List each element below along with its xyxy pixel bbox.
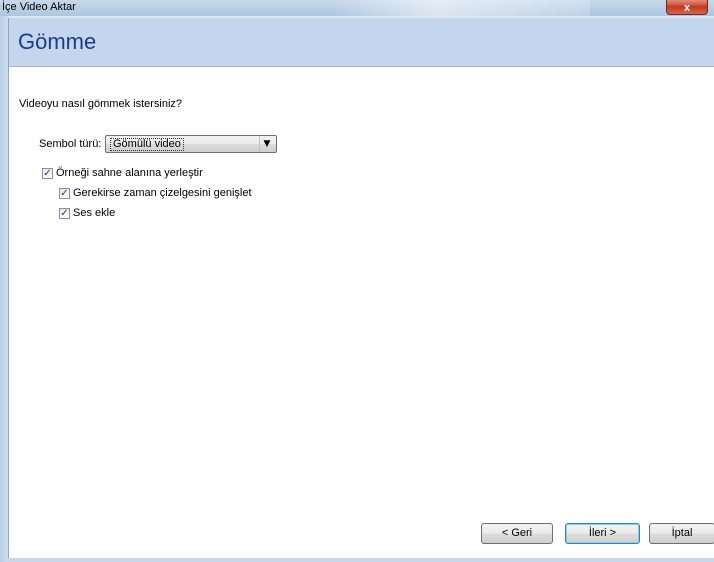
symbol-type-select[interactable]: Gömülü video ▼ — [105, 135, 277, 153]
window-bottom-border — [8, 558, 714, 562]
title-bar: İçe Video Aktar x — [0, 0, 714, 16]
expand-timeline-label[interactable]: Gerekirse zaman çizelgesini genişlet — [73, 187, 252, 199]
symbol-type-value: Gömülü video — [110, 138, 184, 151]
place-instance-checkbox[interactable]: ✓ — [42, 168, 53, 179]
header-band: Gömme — [9, 18, 714, 67]
place-instance-label[interactable]: Örneği sahne alanına yerleştir — [56, 167, 203, 179]
question-text: Videoyu nasıl gömmek istersiniz? — [19, 98, 183, 110]
page-title: Gömme — [18, 29, 97, 54]
expand-timeline-checkbox[interactable]: ✓ — [59, 188, 70, 199]
chevron-down-icon[interactable]: ▼ — [259, 136, 274, 152]
cancel-button[interactable]: İptal — [649, 523, 714, 544]
window-title: İçe Video Aktar — [2, 1, 76, 13]
symbol-type-label: Sembol türü: — [39, 138, 102, 150]
back-button[interactable]: < Geri — [481, 523, 553, 544]
include-audio-checkbox[interactable]: ✓ — [59, 208, 70, 219]
next-button[interactable]: İleri > — [565, 523, 640, 544]
dialog-body: Gömme Videoyu nasıl gömmek istersiniz? S… — [8, 18, 714, 558]
close-icon: x — [683, 2, 691, 14]
window-frame — [0, 16, 8, 562]
include-audio-label[interactable]: Ses ekle — [73, 207, 115, 219]
close-button[interactable]: x — [666, 0, 708, 15]
